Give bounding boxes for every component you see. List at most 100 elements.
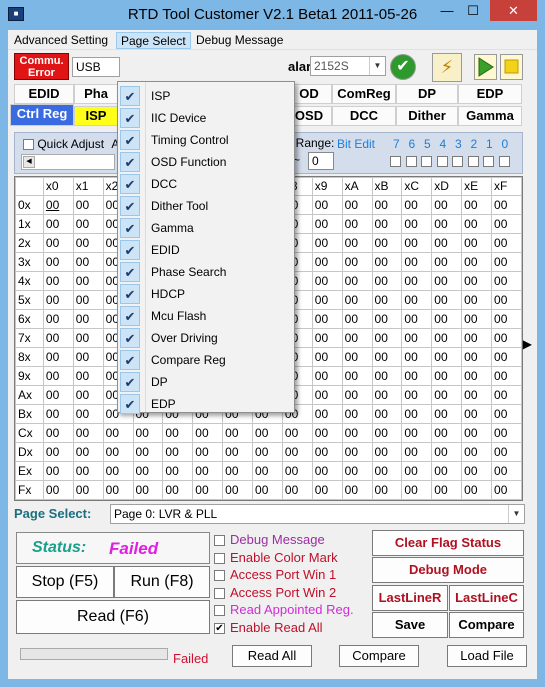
option-checkbox[interactable] xyxy=(214,570,225,582)
last-line-c-button[interactable]: LastLineC xyxy=(449,585,524,611)
register-cell[interactable]: 00 xyxy=(431,366,463,386)
register-cell[interactable]: 00 xyxy=(42,461,74,481)
scalar-select[interactable]: 2152S ▼ xyxy=(310,56,386,76)
register-cell[interactable]: 00 xyxy=(431,309,463,329)
register-cell[interactable]: 00 xyxy=(371,309,403,329)
quick-adjust-checkbox[interactable] xyxy=(23,139,34,151)
register-cell[interactable]: 00 xyxy=(461,290,493,310)
register-cell[interactable]: 00 xyxy=(252,423,283,443)
register-cell[interactable]: 00 xyxy=(42,233,74,253)
register-cell[interactable]: 00 xyxy=(371,328,403,348)
register-cell[interactable]: 00 xyxy=(491,233,522,253)
option-row[interactable]: Access Port Win 1 xyxy=(214,567,336,582)
register-cell[interactable]: 00 xyxy=(72,404,104,424)
play-icon[interactable] xyxy=(474,54,497,80)
register-cell[interactable]: 00 xyxy=(371,195,403,215)
register-cell[interactable]: 00 xyxy=(431,461,463,481)
menu-item-over-driving[interactable]: ✔ Over Driving xyxy=(118,327,294,349)
register-cell[interactable]: 00 xyxy=(341,480,373,500)
register-cell[interactable]: 00 xyxy=(222,442,254,462)
register-cell[interactable]: 00 xyxy=(311,442,343,462)
register-cell[interactable]: 00 xyxy=(72,461,104,481)
register-cell[interactable]: 00 xyxy=(162,480,194,500)
register-cell[interactable]: 00 xyxy=(431,328,463,348)
register-cell[interactable]: 00 xyxy=(162,461,194,481)
register-cell[interactable]: 00 xyxy=(72,480,104,500)
menu-debug-message[interactable]: Debug Message xyxy=(192,32,287,49)
register-cell[interactable]: 00 xyxy=(42,347,74,367)
register-cell[interactable]: 00 xyxy=(341,214,373,234)
register-cell[interactable]: 00 xyxy=(431,404,463,424)
menu-advanced-setting[interactable]: Advanced Setting xyxy=(10,32,112,49)
register-cell[interactable]: 00 xyxy=(311,195,343,215)
register-cell[interactable]: 00 xyxy=(491,252,522,272)
register-cell[interactable]: 00 xyxy=(311,461,343,481)
register-cell[interactable]: 00 xyxy=(431,347,463,367)
stop-icon[interactable] xyxy=(500,54,523,80)
register-cell[interactable]: 00 xyxy=(72,195,104,215)
tab-dp[interactable]: DP xyxy=(396,84,458,104)
menu-item-gamma[interactable]: ✔ Gamma xyxy=(118,217,294,239)
bit-checkbox[interactable] xyxy=(452,156,463,167)
register-cell[interactable]: 00 xyxy=(192,423,224,443)
register-cell[interactable]: 00 xyxy=(461,423,493,443)
register-cell[interactable]: 00 xyxy=(72,309,104,329)
register-cell[interactable]: 00 xyxy=(42,423,74,443)
register-cell[interactable]: 00 xyxy=(42,328,74,348)
debug-mode-button[interactable]: Debug Mode xyxy=(372,557,524,583)
tab-ctrl-reg[interactable]: Ctrl Reg xyxy=(10,104,74,126)
option-checkbox[interactable] xyxy=(214,535,225,547)
register-cell[interactable]: 00 xyxy=(461,461,493,481)
register-cell[interactable]: 00 xyxy=(72,271,104,291)
last-line-r-button[interactable]: LastLineR xyxy=(372,585,448,611)
menu-item-edp[interactable]: ✔ EDP xyxy=(118,393,294,415)
menu-item-timing-control[interactable]: ✔ Timing Control xyxy=(118,129,294,151)
register-cell[interactable]: 00 xyxy=(42,480,74,500)
register-cell[interactable]: 00 xyxy=(341,404,373,424)
register-cell[interactable]: 00 xyxy=(371,480,403,500)
bit-checkbox[interactable] xyxy=(405,156,417,167)
register-cell[interactable]: 00 xyxy=(311,214,343,234)
register-cell[interactable]: 00 xyxy=(311,480,343,500)
register-cell[interactable]: 00 xyxy=(401,404,433,424)
register-cell[interactable]: 00 xyxy=(222,480,254,500)
maximize-button[interactable]: ☐ xyxy=(460,0,486,21)
bit-checkbox[interactable] xyxy=(498,156,510,167)
register-cell[interactable]: 00 xyxy=(491,480,522,500)
register-cell[interactable]: 00 xyxy=(102,480,134,500)
option-row[interactable]: Debug Message xyxy=(214,532,325,547)
menu-item-edid[interactable]: ✔ EDID xyxy=(118,239,294,261)
option-checkbox[interactable] xyxy=(214,605,225,617)
register-cell[interactable]: 00 xyxy=(371,233,403,253)
register-cell[interactable]: 00 xyxy=(341,328,373,348)
register-cell[interactable]: 00 xyxy=(162,423,194,443)
tab-phase[interactable]: Pha xyxy=(74,84,118,104)
register-cell[interactable]: 00 xyxy=(341,271,373,291)
register-cell[interactable]: 00 xyxy=(311,271,343,291)
register-cell[interactable]: 00 xyxy=(132,442,164,462)
option-checkbox[interactable] xyxy=(214,587,225,599)
register-cell[interactable]: 00 xyxy=(72,233,104,253)
register-cell[interactable]: 00 xyxy=(72,385,104,405)
register-cell[interactable]: 00 xyxy=(311,404,343,424)
register-cell[interactable]: 00 xyxy=(401,461,433,481)
register-cell[interactable]: 00 xyxy=(461,328,493,348)
register-cell[interactable]: 00 xyxy=(162,442,194,462)
register-cell[interactable]: 00 xyxy=(341,366,373,386)
register-cell[interactable]: 00 xyxy=(132,480,164,500)
register-cell[interactable]: 00 xyxy=(72,366,104,386)
register-cell[interactable]: 00 xyxy=(311,309,343,329)
register-cell[interactable]: 00 xyxy=(72,347,104,367)
run-button[interactable]: Run (F8) xyxy=(114,566,210,598)
register-cell[interactable]: 00 xyxy=(102,461,134,481)
register-cell[interactable]: 00 xyxy=(341,442,373,462)
register-cell[interactable]: 00 xyxy=(461,195,493,215)
menu-item-dcc[interactable]: ✔ DCC xyxy=(118,173,294,195)
title-bar[interactable]: ■ RTD Tool Customer V2.1 Beta1 2011-05-2… xyxy=(0,0,545,30)
clear-flag-button[interactable]: Clear Flag Status xyxy=(372,530,524,556)
register-cell[interactable]: 00 xyxy=(431,290,463,310)
register-cell[interactable]: 00 xyxy=(341,309,373,329)
register-cell[interactable]: 00 xyxy=(252,461,283,481)
register-cell[interactable]: 00 xyxy=(461,347,493,367)
register-cell[interactable]: 00 xyxy=(431,214,463,234)
